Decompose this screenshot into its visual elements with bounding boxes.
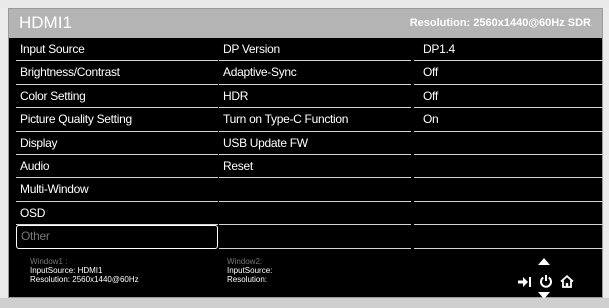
power-icon[interactable] <box>539 274 553 289</box>
window1-input: InputSource: HDMI1 <box>30 266 103 275</box>
value-adaptive-sync: Off <box>414 61 604 85</box>
menu-item-picture-quality[interactable]: Picture Quality Setting <box>16 108 218 132</box>
window2-input: InputSource: <box>227 266 273 275</box>
window1-title: Window1 : <box>30 257 68 266</box>
menu-item-input-source[interactable]: Input Source <box>16 38 218 62</box>
submenu-item-empty <box>219 225 411 249</box>
submenu-item-dp-version[interactable]: DP Version <box>219 38 411 62</box>
submenu-item-type-c[interactable]: Turn on Type-C Function <box>219 108 411 132</box>
menu-item-brightness-contrast[interactable]: Brightness/Contrast <box>16 61 218 85</box>
value-type-c: On <box>414 108 604 132</box>
value-empty <box>414 155 604 179</box>
window1-resolution: Resolution: 2560x1440@60Hz <box>30 275 139 284</box>
value-empty <box>414 178 604 202</box>
menu-item-osd[interactable]: OSD <box>16 202 218 226</box>
value-column: DP1.4 Off Off On <box>414 38 604 249</box>
value-empty <box>414 202 604 226</box>
enter-icon[interactable] <box>518 276 532 288</box>
window2-resolution: Resolution: <box>227 275 268 284</box>
window2-info: Window2: InputSource: Resolution: <box>227 257 272 284</box>
menu-item-audio[interactable]: Audio <box>16 155 218 179</box>
sub-menu: DP Version Adaptive-Sync HDR Turn on Typ… <box>219 38 411 249</box>
menu-item-multi-window[interactable]: Multi-Window <box>16 178 218 202</box>
input-name: HDMI1 <box>19 13 72 32</box>
value-dp-version: DP1.4 <box>414 38 604 62</box>
value-empty <box>414 225 604 249</box>
submenu-item-hdr[interactable]: HDR <box>219 85 411 109</box>
osd-menu: HDMI1 Resolution: 2560x1440@60Hz SDR Inp… <box>8 8 604 299</box>
up-arrow-icon[interactable] <box>538 258 550 265</box>
submenu-item-reset[interactable]: Reset <box>219 155 411 179</box>
value-empty <box>414 132 604 155</box>
submenu-item-empty <box>219 202 411 226</box>
resolution-status: Resolution: 2560x1440@60Hz SDR <box>409 17 591 29</box>
main-menu: Input Source Brightness/Contrast Color S… <box>16 38 218 249</box>
top-strip <box>0 0 609 8</box>
value-hdr: Off <box>414 85 604 109</box>
submenu-item-empty <box>219 178 411 202</box>
submenu-item-adaptive-sync[interactable]: Adaptive-Sync <box>219 61 411 85</box>
menu-item-display[interactable]: Display <box>16 132 218 155</box>
window1-info: Window1 : InputSource: HDMI1 Resolution:… <box>30 257 139 284</box>
bottom-strip <box>0 298 609 308</box>
window2-title: Window2: <box>227 257 263 266</box>
menu-item-other[interactable]: Other <box>16 225 218 249</box>
osd-header: HDMI1 Resolution: 2560x1440@60Hz SDR <box>9 9 602 38</box>
submenu-item-usb-update[interactable]: USB Update FW <box>219 132 411 155</box>
home-icon[interactable] <box>560 275 574 288</box>
menu-item-color-setting[interactable]: Color Setting <box>16 85 218 109</box>
